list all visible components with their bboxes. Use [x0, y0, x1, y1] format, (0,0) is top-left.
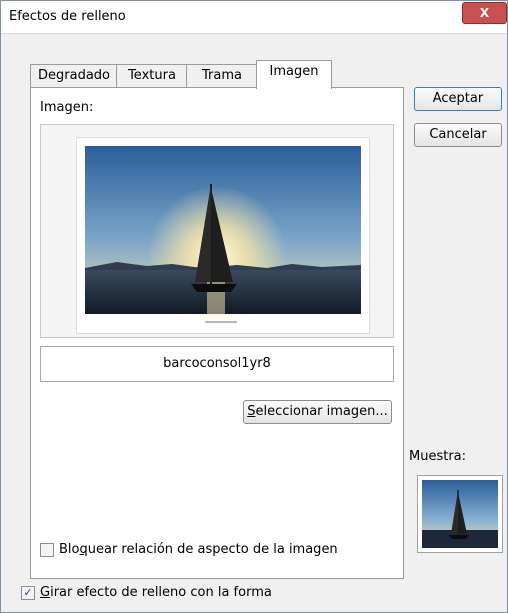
title-bar: Efectos de relleno X — [1, 1, 507, 34]
close-icon: X — [479, 6, 490, 20]
image-filename-field: barcoconsol1yr8 — [40, 346, 394, 382]
select-image-label-end: eleccionar imagen... — [255, 404, 388, 419]
preview-photo — [76, 137, 370, 334]
tab-label: Trama — [202, 68, 242, 83]
image-preview — [40, 124, 394, 338]
rotate-fill-accel: G — [40, 585, 51, 600]
accept-label: Aceptar — [432, 91, 484, 106]
tab-textura[interactable]: Textura — [116, 64, 188, 87]
sailboat-image — [85, 146, 361, 326]
tab-label: Degradado — [38, 68, 110, 83]
dialog-window: Efectos de relleno X Degradado Textura T… — [0, 0, 508, 613]
accept-button[interactable]: Aceptar — [414, 87, 502, 111]
tab-degradado[interactable]: Degradado — [30, 64, 118, 87]
sample-label: Muestra: — [409, 449, 467, 464]
close-button[interactable]: X — [462, 2, 507, 24]
cancel-button[interactable]: Cancelar — [414, 123, 502, 147]
tab-imagen[interactable]: Imagen — [256, 60, 332, 89]
select-image-button[interactable]: Seleccionar imagen... — [243, 400, 392, 424]
lock-aspect-label-start: Blo — [59, 542, 80, 557]
sample-sailboat-image — [422, 480, 498, 548]
cancel-label: Cancelar — [429, 127, 487, 142]
image-filename: barcoconsol1yr8 — [163, 356, 271, 371]
rotate-fill-label[interactable]: Girar efecto de relleno con la forma — [40, 585, 272, 600]
rotate-fill-checkbox[interactable]: ✓ — [21, 586, 35, 600]
image-label: Imagen: — [40, 100, 94, 115]
tab-trama[interactable]: Trama — [186, 64, 258, 87]
imagen-tab-panel: Imagen: barcoconsol1yr8 Seleccionar imag… — [30, 87, 404, 579]
rotate-fill-label-end: irar efecto de relleno con la forma — [50, 585, 272, 600]
lock-aspect-label-end: uear relación de aspecto de la imagen — [87, 542, 338, 557]
tab-label: Textura — [128, 68, 176, 83]
lock-aspect-checkbox[interactable] — [40, 543, 54, 557]
lock-aspect-label[interactable]: Bloquear relación de aspecto de la image… — [59, 542, 338, 557]
lock-aspect-accel: q — [79, 542, 88, 557]
sample-preview — [417, 475, 503, 553]
tab-label: Imagen — [269, 64, 319, 79]
dialog-title: Efectos de relleno — [9, 9, 126, 24]
